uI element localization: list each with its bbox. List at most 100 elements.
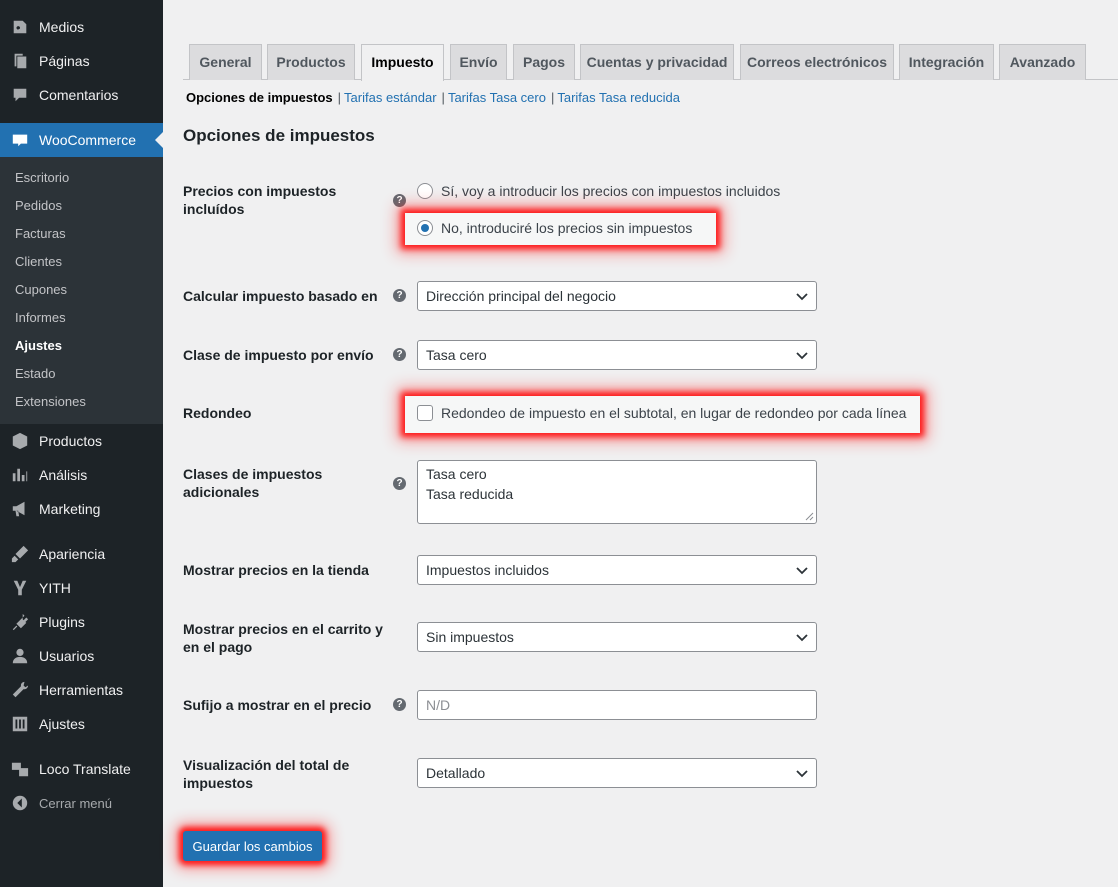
tab-envio[interactable]: Envío	[450, 44, 507, 80]
select-shipping-tax-class[interactable]: Tasa cero	[417, 340, 817, 370]
radio-button[interactable]	[417, 183, 433, 199]
tab-cuentas-privacidad[interactable]: Cuentas y privacidad	[580, 44, 734, 80]
subsub-link-reduced-rates[interactable]: Tarifas Tasa reducida	[557, 90, 680, 105]
sidebar-item-label: Herramientas	[39, 682, 124, 698]
sidebar-item-label: Apariencia	[39, 546, 106, 562]
media-icon	[10, 17, 30, 37]
submenu-item-pedidos[interactable]: Pedidos	[15, 196, 62, 216]
select-display-prices-cart[interactable]: Sin impuestos	[417, 622, 817, 652]
sidebar-item-label: Plugins	[39, 614, 85, 630]
sidebar-item-productos[interactable]: Productos	[0, 424, 163, 458]
label-tax-based-on: Calcular impuesto basado en	[183, 288, 378, 304]
subsub-link-zero-rates[interactable]: Tarifas Tasa cero	[448, 90, 546, 105]
tab-impuesto[interactable]: Impuesto	[361, 44, 444, 81]
radio-prices-incl-yes[interactable]: Sí, voy a introducir los precios con imp…	[417, 183, 780, 199]
help-icon[interactable]: ?	[393, 477, 406, 490]
section-title: Opciones de impuestos	[183, 126, 375, 145]
sidebar-item-loco-translate[interactable]: Loco Translate	[0, 752, 163, 786]
submenu-item-facturas[interactable]: Facturas	[15, 224, 66, 244]
checkbox-rounding[interactable]: Redondeo de impuesto en el subtotal, en …	[417, 405, 906, 421]
sidebar-item-apariencia[interactable]: Apariencia	[0, 537, 163, 571]
yith-icon	[10, 578, 30, 598]
subsub-separator: |	[550, 90, 555, 105]
sidebar-item-usuarios[interactable]: Usuarios	[0, 639, 163, 673]
tax-sections-nav: Opciones de impuestos | Tarifas estándar | T…	[186, 90, 680, 105]
subsub-separator: |	[441, 90, 445, 105]
sidebar-item-label: Ajustes	[39, 716, 85, 732]
sidebar-item-comentarios[interactable]: Comentarios	[0, 78, 163, 112]
tab-correos-electronicos[interactable]: Correos electrónicos	[740, 44, 894, 80]
settings-icon	[10, 714, 30, 734]
tab-general[interactable]: General	[189, 44, 262, 80]
tab-integracion[interactable]: Integración	[899, 44, 994, 80]
tab-avanzado[interactable]: Avanzado	[999, 44, 1086, 80]
sidebar-item-label: Medios	[39, 19, 85, 35]
comments-icon	[10, 85, 30, 105]
save-changes-button[interactable]: Guardar los cambios	[183, 831, 322, 861]
sidebar-item-woocommerce[interactable]: WooCommerce	[0, 123, 163, 157]
help-icon[interactable]: ?	[393, 698, 406, 711]
radio-button-checked[interactable]	[417, 220, 433, 236]
chevron-down-icon	[796, 634, 808, 642]
select-value: Impuestos incluidos	[426, 562, 549, 578]
sidebar-item-label: YITH	[39, 580, 71, 596]
sidebar-item-paginas[interactable]: Páginas	[0, 44, 163, 78]
submenu-item-estado[interactable]: Estado	[15, 364, 55, 384]
tab-pagos[interactable]: Pagos	[513, 44, 575, 80]
submenu-item-clientes[interactable]: Clientes	[15, 252, 62, 272]
sidebar-item-ajustes[interactable]: Ajustes	[0, 707, 163, 741]
collapse-menu-button[interactable]: Cerrar menú	[0, 786, 163, 820]
sidebar-item-label: Comentarios	[39, 87, 119, 103]
input-price-suffix[interactable]	[417, 690, 817, 720]
label-tax-total-display: Visualización del total de impuestos	[183, 757, 350, 791]
help-icon[interactable]: ?	[393, 194, 406, 207]
active-menu-arrow	[155, 132, 163, 148]
admin-sidebar: Medios Páginas Comentarios WooCommerce E…	[0, 0, 163, 887]
submenu-item-ajustes[interactable]: Ajustes	[15, 336, 62, 356]
select-value: Dirección principal del negocio	[426, 288, 616, 304]
sidebar-item-label: Productos	[39, 433, 103, 449]
select-display-prices-shop[interactable]: Impuestos incluidos	[417, 555, 817, 585]
help-icon[interactable]: ?	[393, 289, 406, 302]
subsub-current-options: Opciones de impuestos	[186, 90, 333, 105]
sidebar-item-label: Páginas	[39, 53, 90, 69]
radio-label: No, introduciré los precios sin impuesto…	[441, 220, 693, 236]
sidebar-item-plugins[interactable]: Plugins	[0, 605, 163, 639]
analytics-icon	[10, 465, 30, 485]
textarea-additional-tax-classes[interactable]: Tasa cero Tasa reducida	[417, 460, 817, 524]
radio-prices-incl-no[interactable]: No, introduciré los precios sin impuesto…	[417, 220, 692, 236]
sidebar-item-marketing[interactable]: Marketing	[0, 492, 163, 526]
chevron-down-icon	[796, 770, 808, 778]
textarea-line: Tasa cero	[426, 466, 487, 482]
help-icon[interactable]: ?	[393, 348, 406, 361]
collapse-icon	[10, 793, 30, 813]
submenu-item-informes[interactable]: Informes	[15, 308, 66, 328]
checkbox[interactable]	[417, 405, 433, 421]
sidebar-item-herramientas[interactable]: Herramientas	[0, 673, 163, 707]
label-additional-tax-classes: Clases de impuestos adicionales	[183, 466, 323, 500]
radio-label: Sí, voy a introducir los precios con imp…	[441, 183, 781, 199]
submenu-item-cupones[interactable]: Cupones	[15, 280, 67, 300]
label-display-prices-shop: Mostrar precios en la tienda	[183, 562, 369, 578]
submenu-item-escritorio[interactable]: Escritorio	[15, 168, 69, 188]
tab-productos[interactable]: Productos	[267, 44, 355, 80]
select-tax-based-on[interactable]: Dirección principal del negocio	[417, 281, 817, 311]
woocommerce-icon	[10, 130, 30, 150]
chevron-down-icon	[796, 293, 808, 301]
sidebar-item-analisis[interactable]: Análisis	[0, 458, 163, 492]
select-value: Detallado	[426, 765, 486, 781]
sidebar-item-yith[interactable]: YITH	[0, 571, 163, 605]
submenu-item-extensiones[interactable]: Extensiones	[15, 392, 86, 412]
pages-icon	[10, 51, 30, 71]
appearance-icon	[10, 544, 30, 564]
resize-handle-icon[interactable]	[805, 512, 814, 521]
sidebar-item-medios[interactable]: Medios	[0, 10, 163, 44]
tools-icon	[10, 680, 30, 700]
sidebar-item-label: Loco Translate	[39, 761, 131, 777]
label-prices-incl-tax: Precios con impuestos incluídos	[183, 183, 337, 217]
select-tax-total-display[interactable]: Detallado	[417, 758, 817, 788]
label-shipping-tax-class: Clase de impuesto por envío	[183, 347, 374, 363]
products-icon	[10, 431, 30, 451]
subsub-link-standard-rates[interactable]: Tarifas estándar	[344, 90, 437, 105]
sidebar-item-label: Usuarios	[39, 648, 95, 664]
